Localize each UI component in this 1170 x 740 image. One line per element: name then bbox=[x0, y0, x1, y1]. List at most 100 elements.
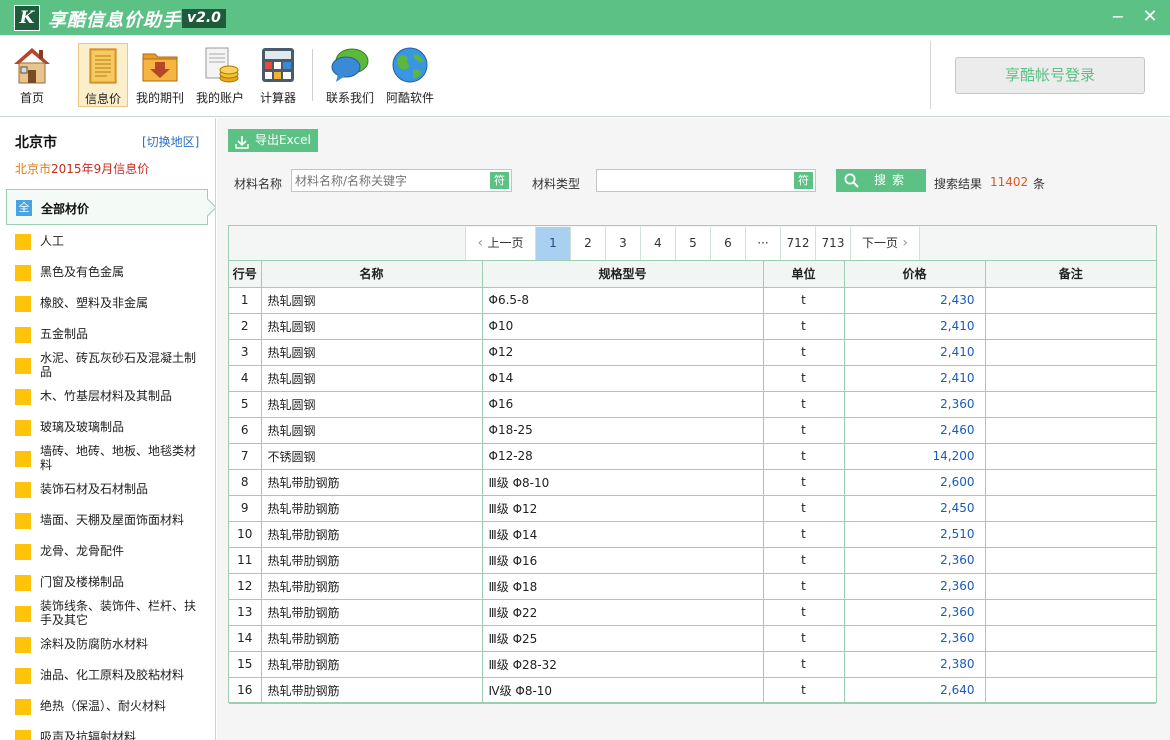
pager-page-button[interactable]: 4 bbox=[641, 227, 676, 260]
toolbar-contact-button[interactable]: 联系我们 bbox=[322, 43, 378, 107]
table-row[interactable]: 15 热轧带肋钢筋 Ⅲ级 Φ28-32 t 2,380 bbox=[229, 650, 1156, 678]
table-row[interactable]: 5 热轧圆钢 Φ16 t 2,360 bbox=[229, 390, 1156, 418]
category-item[interactable]: 装饰石材及石材制品 bbox=[0, 474, 215, 505]
note-cell bbox=[984, 676, 1156, 704]
table-row[interactable]: 2 热轧圆钢 Φ10 t 2,410 bbox=[229, 312, 1156, 340]
column-header[interactable]: 规格型号 bbox=[481, 261, 764, 288]
pager-page-button[interactable]: 713 bbox=[816, 227, 851, 260]
material-type-field[interactable]: 符 bbox=[596, 169, 816, 192]
minimize-button[interactable]: − bbox=[1108, 7, 1128, 27]
category-item[interactable]: 门窗及楼梯制品 bbox=[0, 567, 215, 598]
table-row[interactable]: 11 热轧带肋钢筋 Ⅲ级 Φ16 t 2,360 bbox=[229, 546, 1156, 574]
pager-page-button[interactable]: 5 bbox=[676, 227, 711, 260]
category-square-icon bbox=[15, 544, 31, 560]
column-header[interactable]: 价格 bbox=[843, 261, 986, 288]
unit-cell: t bbox=[762, 520, 845, 548]
pager-page-button[interactable]: 712 bbox=[781, 227, 816, 260]
column-header[interactable]: 备注 bbox=[984, 261, 1156, 288]
category-label: 装饰石材及石材制品 bbox=[40, 482, 149, 496]
pager-page-button-label: 6 bbox=[724, 236, 732, 250]
table-row[interactable]: 1 热轧圆钢 Φ6.5-8 t 2,430 bbox=[229, 286, 1156, 314]
table-row[interactable]: 8 热轧带肋钢筋 Ⅲ级 Φ8-10 t 2,600 bbox=[229, 468, 1156, 496]
price-cell: 2,380 bbox=[843, 650, 986, 678]
toolbar-home-button[interactable]: 首页 bbox=[8, 43, 56, 107]
category-item[interactable]: 木、竹基层材料及其制品 bbox=[0, 381, 215, 412]
table-row[interactable]: 4 热轧圆钢 Φ14 t 2,410 bbox=[229, 364, 1156, 392]
pager-prev-button[interactable]: ‹ 上一页 bbox=[465, 227, 536, 260]
column-header[interactable]: 名称 bbox=[260, 261, 483, 288]
column-header[interactable]: 行号 bbox=[229, 261, 262, 288]
table-row[interactable]: 3 热轧圆钢 Φ12 t 2,410 bbox=[229, 338, 1156, 366]
table-row[interactable]: 14 热轧带肋钢筋 Ⅲ级 Φ25 t 2,360 bbox=[229, 624, 1156, 652]
category-item[interactable]: 涂料及防腐防水材料 bbox=[0, 629, 215, 660]
table-row[interactable]: 10 热轧带肋钢筋 Ⅲ级 Φ14 t 2,510 bbox=[229, 520, 1156, 548]
category-item[interactable]: 龙骨、龙骨配件 bbox=[0, 536, 215, 567]
switch-region-link[interactable]: [切换地区] bbox=[142, 133, 199, 150]
name-symbol-button[interactable]: 符 bbox=[490, 172, 509, 189]
row-number-cell: 15 bbox=[229, 650, 262, 678]
table-row[interactable]: 6 热轧圆钢 Φ18-25 t 2,460 bbox=[229, 416, 1156, 444]
unit-cell: t bbox=[762, 598, 845, 626]
category-item[interactable]: 绝热（保温）、耐火材料 bbox=[0, 691, 215, 722]
pager-page-button[interactable]: 3 bbox=[606, 227, 641, 260]
app-version-badge: v2.0 bbox=[182, 9, 226, 28]
pager-page-button-label: 713 bbox=[821, 236, 845, 250]
unit-cell: t bbox=[762, 572, 845, 600]
pager-page-button[interactable]: 2 bbox=[571, 227, 606, 260]
category-label: 人工 bbox=[40, 234, 65, 248]
pager-ellipsis[interactable]: ··· bbox=[746, 227, 781, 260]
search-button[interactable]: 搜索 bbox=[836, 169, 926, 192]
note-cell bbox=[984, 546, 1156, 574]
type-symbol-button[interactable]: 符 bbox=[794, 172, 813, 189]
pager-page-button[interactable]: 1 bbox=[536, 227, 571, 260]
note-cell bbox=[984, 572, 1156, 600]
toolbar-aku-software-button[interactable]: 阿酷软件 bbox=[382, 43, 438, 107]
unit-cell: t bbox=[762, 442, 845, 470]
category-item[interactable]: 五金制品 bbox=[0, 319, 215, 350]
login-button[interactable]: 享酷帐号登录 bbox=[955, 57, 1145, 94]
category-square-icon bbox=[15, 265, 31, 281]
category-item[interactable]: 吸声及抗辐射材料 bbox=[0, 722, 215, 740]
table-row[interactable]: 13 热轧带肋钢筋 Ⅲ级 Φ22 t 2,360 bbox=[229, 598, 1156, 626]
name-cell: 热轧带肋钢筋 bbox=[260, 598, 483, 626]
toolbar-my-journal-button[interactable]: 我的期刊 bbox=[134, 43, 186, 107]
table-row[interactable]: 7 不锈圆钢 Φ12-28 t 14,200 bbox=[229, 442, 1156, 470]
name-cell: 热轧带肋钢筋 bbox=[260, 624, 483, 652]
name-cell: 热轧圆钢 bbox=[260, 312, 483, 340]
pager-page-button[interactable]: 6 bbox=[711, 227, 746, 260]
spec-cell: Φ6.5-8 bbox=[481, 286, 764, 314]
pager-next-button[interactable]: 下一页 › bbox=[851, 227, 920, 260]
close-button[interactable]: ✕ bbox=[1140, 7, 1160, 27]
toolbar-info-price-button[interactable]: 信息价 bbox=[78, 43, 128, 107]
name-cell: 热轧带肋钢筋 bbox=[260, 676, 483, 704]
export-excel-button[interactable]: 导出Excel bbox=[228, 129, 318, 152]
material-name-field[interactable]: 符 bbox=[291, 169, 512, 192]
note-cell bbox=[984, 364, 1156, 392]
spec-cell: Ⅲ级 Φ25 bbox=[481, 624, 764, 652]
toolbar-aku-software-label: 阿酷软件 bbox=[385, 91, 434, 105]
toolbar-my-account-button[interactable]: 我的账户 bbox=[194, 43, 246, 107]
category-item[interactable]: 橡胶、塑料及非金属 bbox=[0, 288, 215, 319]
main-panel: 导出Excel 材料名称 符 材料类型 符 搜索 搜索结果 11402 条 ‹ … bbox=[217, 118, 1170, 740]
category-item[interactable]: 墙面、天棚及屋面饰面材料 bbox=[0, 505, 215, 536]
category-item[interactable]: 水泥、砖瓦灰砂石及混凝土制品 bbox=[0, 350, 215, 381]
column-header[interactable]: 单位 bbox=[762, 261, 845, 288]
toolbar-calculator-button[interactable]: 计算器 bbox=[254, 43, 302, 107]
category-item[interactable]: 人工 bbox=[0, 226, 215, 257]
table-row[interactable]: 12 热轧带肋钢筋 Ⅲ级 Φ18 t 2,360 bbox=[229, 572, 1156, 600]
toolbar: 首页 信息价 我的期刊 我的账户 计算器 联系我们 阿酷软件 享酷帐号登录 bbox=[0, 35, 1170, 117]
price-period: 北京市2015年9月信息价 bbox=[15, 160, 149, 177]
category-item[interactable]: 油品、化工原料及胶粘材料 bbox=[0, 660, 215, 691]
table-row[interactable]: 16 热轧带肋钢筋 Ⅳ级 Φ8-10 t 2,640 bbox=[229, 676, 1156, 704]
price-cell: 2,360 bbox=[843, 546, 986, 574]
export-excel-label: 导出Excel bbox=[255, 133, 311, 147]
category-item[interactable]: 墙砖、地砖、地板、地毯类材料 bbox=[0, 443, 215, 474]
material-name-input[interactable] bbox=[295, 172, 485, 189]
category-item[interactable]: 黑色及有色金属 bbox=[0, 257, 215, 288]
material-type-input[interactable] bbox=[600, 172, 790, 189]
category-item[interactable]: 玻璃及玻璃制品 bbox=[0, 412, 215, 443]
category-all-materials[interactable]: 全 全部材价 bbox=[6, 189, 208, 225]
table-row[interactable]: 9 热轧带肋钢筋 Ⅲ级 Φ12 t 2,450 bbox=[229, 494, 1156, 522]
note-cell bbox=[984, 390, 1156, 418]
category-item[interactable]: 装饰线条、装饰件、栏杆、扶手及其它 bbox=[0, 598, 215, 629]
